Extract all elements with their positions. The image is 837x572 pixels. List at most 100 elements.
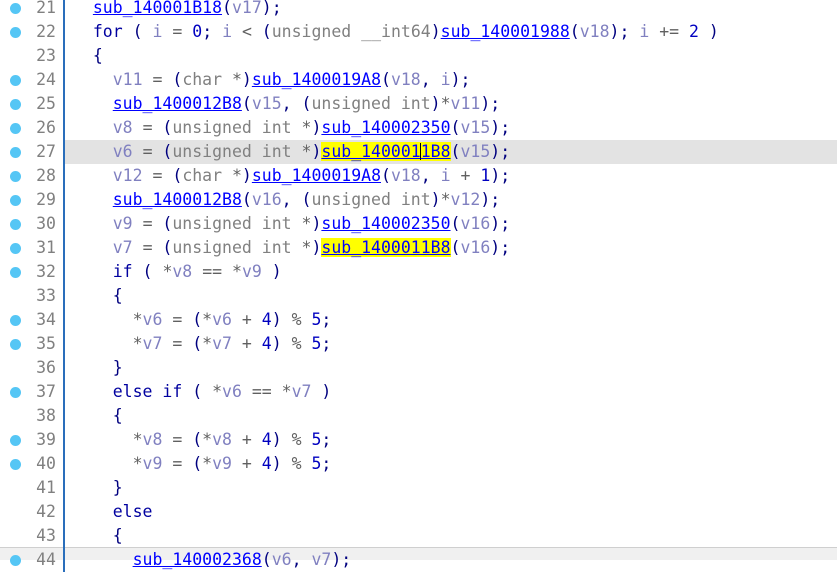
line-gutter[interactable]: 43 [0,524,64,548]
breakpoint-dot-icon[interactable] [10,435,21,446]
code-line[interactable]: 31 v7 = (unsigned int *)sub_1400011B8(v1… [0,236,837,260]
code-line[interactable]: 38 { [0,404,837,428]
code-line[interactable]: 36 } [0,356,837,380]
line-gutter[interactable]: 24 [0,68,64,92]
code-line-text[interactable]: sub_1400012B8(v15, (unsigned int)*v11); [73,92,500,116]
breakpoint-dot-icon[interactable] [10,171,21,182]
code-line-text[interactable]: *v8 = (*v8 + 4) % 5; [73,428,332,452]
pseudocode-editor[interactable]: 21 sub_140001B18(v17); 22 for ( i = 0; i … [0,0,837,572]
line-gutter[interactable]: 27 [0,140,64,164]
breakpoint-dot-icon[interactable] [10,27,21,38]
code-line[interactable]: 34 *v6 = (*v6 + 4) % 5; [0,308,837,332]
line-gutter[interactable]: 25 [0,92,64,116]
line-gutter[interactable]: 21 [0,0,64,20]
code-line-text[interactable]: { [73,404,123,428]
code-token[interactable]: sub_1400012B8 [113,190,242,209]
breakpoint-dot-icon[interactable] [10,99,21,110]
code-line-text[interactable]: sub_1400012B8(v16, (unsigned int)*v12); [73,188,500,212]
breakpoint-dot-icon[interactable] [10,267,21,278]
code-line[interactable]: 43 { [0,524,837,548]
line-gutter[interactable]: 28 [0,164,64,188]
line-gutter[interactable]: 44 [0,548,64,572]
code-line[interactable]: 30 v9 = (unsigned int *)sub_140002350(v1… [0,212,837,236]
code-line-text[interactable]: else if ( *v6 == *v7 ) [73,380,332,404]
breakpoint-dot-icon[interactable] [10,75,21,86]
code-line[interactable]: 35 *v7 = (*v7 + 4) % 5; [0,332,837,356]
code-line[interactable]: 42 else [0,500,837,524]
code-line-text[interactable]: { [73,524,123,548]
code-token[interactable]: sub_1400019A8 [252,70,381,89]
code-line-text[interactable]: v8 = (unsigned int *)sub_140002350(v15); [73,116,510,140]
line-gutter[interactable]: 34 [0,308,64,332]
line-gutter[interactable]: 29 [0,188,64,212]
code-token[interactable]: sub_1400011B8 [321,238,451,257]
breakpoint-dot-icon[interactable] [10,3,21,14]
code-token[interactable]: sub_140002350 [321,214,450,233]
breakpoint-dot-icon[interactable] [10,459,21,470]
code-line-text[interactable]: { [73,44,103,68]
line-gutter[interactable]: 40 [0,452,64,476]
code-line[interactable]: 26 v8 = (unsigned int *)sub_140002350(v1… [0,116,837,140]
code-line-text[interactable]: { [73,284,123,308]
code-line-text[interactable]: v11 = (char *)sub_1400019A8(v18, i); [73,68,471,92]
breakpoint-dot-icon[interactable] [10,555,21,566]
code-line[interactable]: 21 sub_140001B18(v17); [0,0,837,20]
line-gutter[interactable]: 35 [0,332,64,356]
code-line-text[interactable]: } [73,356,123,380]
code-token[interactable]: sub_140001 [321,142,421,161]
breakpoint-dot-icon[interactable] [10,219,21,230]
code-line-text[interactable]: *v6 = (*v6 + 4) % 5; [73,308,332,332]
breakpoint-dot-icon[interactable] [10,123,21,134]
line-gutter[interactable]: 26 [0,116,64,140]
line-gutter[interactable]: 31 [0,236,64,260]
breakpoint-dot-icon[interactable] [10,315,21,326]
line-gutter[interactable]: 42 [0,500,64,524]
code-line[interactable]: 37 else if ( *v6 == *v7 ) [0,380,837,404]
code-line-text[interactable]: *v7 = (*v7 + 4) % 5; [73,332,332,356]
line-gutter[interactable]: 33 [0,284,64,308]
code-line[interactable]: 32 if ( *v8 == *v9 ) [0,260,837,284]
breakpoint-dot-icon[interactable] [10,339,21,350]
line-gutter[interactable]: 37 [0,380,64,404]
code-line-text[interactable]: v6 = (unsigned int *)sub_1400011B8(v15); [73,140,510,164]
code-token[interactable]: 1B8 [420,142,451,161]
breakpoint-dot-icon[interactable] [10,387,21,398]
code-line[interactable]: 27 v6 = (unsigned int *)sub_1400011B8(v1… [0,140,837,164]
breakpoint-dot-icon[interactable] [10,147,21,158]
code-line-text[interactable]: sub_140002368(v6, v7); [73,548,352,572]
code-line[interactable]: 41 } [0,476,837,500]
breakpoint-dot-icon[interactable] [10,243,21,254]
code-token[interactable]: sub_140001988 [441,22,570,41]
line-gutter[interactable]: 30 [0,212,64,236]
code-line-text[interactable]: v12 = (char *)sub_1400019A8(v18, i + 1); [73,164,510,188]
code-line[interactable]: 24 v11 = (char *)sub_1400019A8(v18, i); [0,68,837,92]
code-token[interactable]: sub_140001B18 [93,0,222,17]
code-line[interactable]: 22 for ( i = 0; i < (unsigned __int64)su… [0,20,837,44]
code-line[interactable]: 28 v12 = (char *)sub_1400019A8(v18, i + … [0,164,837,188]
code-lines-container[interactable]: 21 sub_140001B18(v17); 22 for ( i = 0; i … [0,0,837,572]
code-line-text[interactable]: v7 = (unsigned int *)sub_1400011B8(v16); [73,236,510,260]
code-token[interactable]: sub_1400019A8 [252,166,381,185]
line-gutter[interactable]: 32 [0,260,64,284]
code-line[interactable]: 33 { [0,284,837,308]
code-line-text[interactable]: if ( *v8 == *v9 ) [73,260,282,284]
code-line-text[interactable]: for ( i = 0; i < (unsigned __int64)sub_1… [73,20,719,44]
code-line-text[interactable]: } [73,476,123,500]
line-gutter[interactable]: 39 [0,428,64,452]
code-line[interactable]: 39 *v8 = (*v8 + 4) % 5; [0,428,837,452]
code-line-text[interactable]: *v9 = (*v9 + 4) % 5; [73,452,332,476]
code-line[interactable]: 40 *v9 = (*v9 + 4) % 5; [0,452,837,476]
code-line-text[interactable]: else [73,500,153,524]
line-gutter[interactable]: 41 [0,476,64,500]
code-line[interactable]: 25 sub_1400012B8(v15, (unsigned int)*v11… [0,92,837,116]
code-token[interactable]: sub_1400012B8 [113,94,242,113]
line-gutter[interactable]: 36 [0,356,64,380]
breakpoint-dot-icon[interactable] [10,195,21,206]
code-token[interactable]: sub_140002350 [321,118,450,137]
code-line[interactable]: 23 { [0,44,837,68]
code-line-text[interactable]: sub_140001B18(v17); [73,0,282,20]
code-line[interactable]: 29 sub_1400012B8(v16, (unsigned int)*v12… [0,188,837,212]
line-gutter[interactable]: 38 [0,404,64,428]
code-line-text[interactable]: v9 = (unsigned int *)sub_140002350(v16); [73,212,510,236]
line-gutter[interactable]: 23 [0,44,64,68]
